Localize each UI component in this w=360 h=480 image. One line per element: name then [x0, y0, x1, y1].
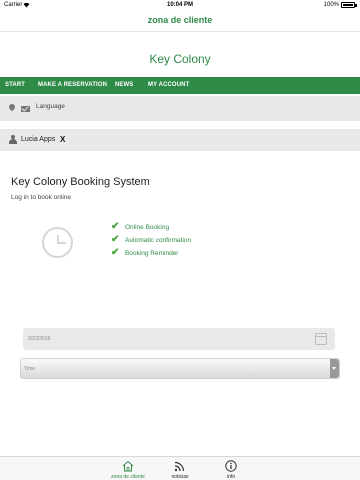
feature-label: Booking Reminder [125, 250, 179, 257]
location-pin-icon[interactable] [7, 102, 17, 112]
menu-item-start[interactable]: START [5, 82, 25, 88]
user-name: Lucia Apps [21, 136, 56, 143]
dropdown-arrow-icon[interactable] [330, 359, 339, 378]
mail-icon[interactable] [21, 106, 30, 112]
booking-title: Key Colony Booking System [11, 176, 150, 188]
menu-item-news[interactable]: NEWS [115, 82, 133, 88]
time-select[interactable]: Time [20, 358, 340, 379]
booking-subtitle: Log in to book online [11, 194, 71, 201]
language-bar: Language [0, 96, 360, 121]
calendar-icon[interactable] [315, 333, 327, 345]
brand-title: Key Colony [149, 52, 211, 66]
nav-title: zona de cliente [147, 15, 213, 25]
tab-info[interactable]: info [201, 459, 261, 480]
tab-zona-de-cliente[interactable]: zona de cliente [98, 459, 158, 480]
menu-item-make-reservation[interactable]: MAKE A RESERVATION [38, 82, 107, 88]
home-icon [122, 459, 134, 472]
checkmark-icon: ✔ [111, 247, 120, 258]
tab-label: info [226, 474, 236, 480]
time-placeholder: Time [24, 366, 35, 372]
battery-percent: 100% [323, 2, 339, 8]
main-menu: START MAKE A RESERVATION NEWS MY ACCOUNT [0, 77, 360, 94]
status-bar: Carrier 10:04 PM 100% [0, 0, 360, 10]
tab-label: zona de cliente [111, 474, 145, 480]
language-selector[interactable]: Language [36, 103, 65, 110]
checkmark-icon: ✔ [111, 221, 120, 232]
date-value: 2/23/2016 [28, 336, 51, 342]
info-icon [225, 459, 237, 472]
checkmark-icon: ✔ [111, 234, 120, 245]
status-time: 10:04 PM [166, 2, 193, 8]
logout-button[interactable]: X [60, 135, 65, 144]
battery-icon [341, 2, 355, 8]
feature-label: Automatic confirmation [125, 237, 192, 244]
rss-icon [174, 459, 186, 472]
user-bar: Lucia Apps X [0, 129, 360, 151]
bottom-tab-bar: zona de cliente noticias info [0, 456, 360, 480]
user-icon [9, 135, 17, 144]
clock-icon [42, 227, 73, 258]
top-navigation-bar: zona de cliente [0, 10, 360, 32]
battery-tip [355, 4, 357, 7]
menu-item-my-account[interactable]: MY ACCOUNT [148, 82, 189, 88]
feature-label: Online Booking [125, 224, 170, 231]
date-field[interactable]: 2/23/2016 [23, 328, 335, 350]
